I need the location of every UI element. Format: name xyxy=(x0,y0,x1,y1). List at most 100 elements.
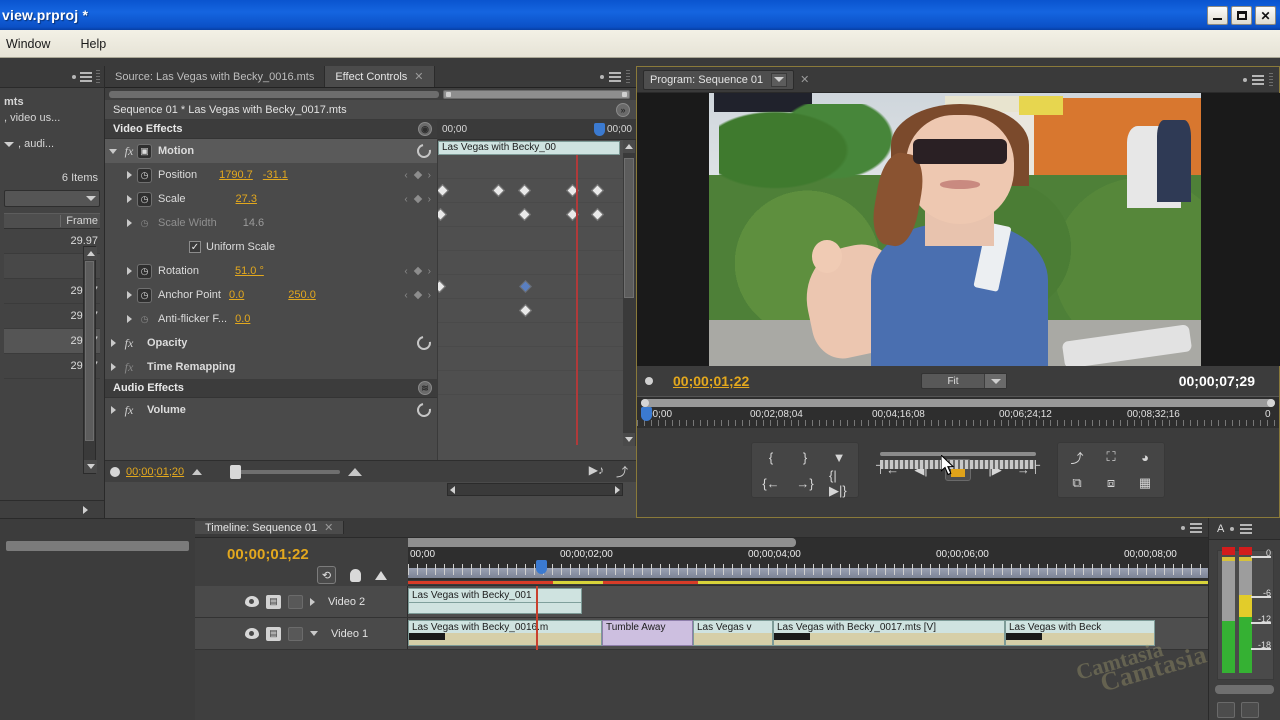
zoom-slider[interactable] xyxy=(230,464,341,479)
keyframe-nav[interactable]: ‹ › xyxy=(404,194,437,205)
property-value[interactable]: 0.0 xyxy=(235,313,250,325)
stopwatch-icon[interactable]: ◷ xyxy=(137,191,152,207)
uniform-scale-row[interactable]: ✓ Uniform Scale xyxy=(105,235,437,259)
property-row-rotation[interactable]: ◷ Rotation 51.0 ° ‹ › xyxy=(105,259,437,283)
keyframe-marker-selected[interactable] xyxy=(519,280,532,293)
twirl-right-icon[interactable] xyxy=(310,597,315,606)
audio-effects-toggle-icon[interactable]: ≋ xyxy=(418,381,432,395)
minimize-button[interactable] xyxy=(1207,6,1228,25)
playhead-marker-icon[interactable] xyxy=(110,466,120,477)
property-row-scale[interactable]: ◷ Scale 27.3 ‹ › xyxy=(105,187,437,211)
panel-menu-icon[interactable] xyxy=(80,71,92,82)
keyframe-row-position[interactable] xyxy=(438,179,636,203)
keyframe-row-scale[interactable] xyxy=(438,203,636,227)
lift-button[interactable]: ⧉ xyxy=(1067,474,1087,492)
export-icon[interactable]: ⤴ xyxy=(616,463,628,480)
stopwatch-icon[interactable]: ◷ xyxy=(137,263,152,279)
keyframe-zoom-scrollbar[interactable] xyxy=(443,89,630,99)
program-video-area[interactable] xyxy=(637,93,1280,366)
output-settings-button[interactable]: ◕ xyxy=(1135,448,1155,466)
home-icon[interactable] xyxy=(375,570,387,580)
twirl-down-icon[interactable] xyxy=(310,631,318,636)
scroll-up-button[interactable] xyxy=(84,247,97,260)
work-area-bar[interactable] xyxy=(408,538,796,547)
eye-icon[interactable] xyxy=(245,628,259,639)
keyframe-marker[interactable] xyxy=(591,184,604,197)
timeline-clip[interactable]: Las Vegas with Becky_0017.mts [V] xyxy=(773,620,1005,646)
timeline-panel-menu[interactable] xyxy=(1175,522,1208,533)
track-header-video-2[interactable]: ▤ Video 2 xyxy=(195,586,408,617)
chevron-down-icon[interactable] xyxy=(4,141,14,147)
effect-motion-row[interactable]: fx ▣ Motion xyxy=(105,139,437,163)
tab-source-monitor[interactable]: Source: Las Vegas with Becky_0016.mts xyxy=(105,66,326,87)
shuttle-line[interactable] xyxy=(880,452,1036,456)
scrollbar-thumb[interactable] xyxy=(624,158,634,298)
audio-level-meters[interactable]: 0 -6 -12 -18 xyxy=(1217,547,1274,680)
lightbulb-icon[interactable] xyxy=(350,568,361,582)
audio-meters-scrollbar[interactable] xyxy=(1215,685,1274,694)
menu-item-window[interactable]: Window xyxy=(0,35,56,53)
property-value[interactable]: 51.0 ° xyxy=(235,265,264,277)
close-icon[interactable]: ✕ xyxy=(800,73,809,86)
program-panel-menu[interactable] xyxy=(1237,72,1279,87)
keyframe-marker[interactable] xyxy=(438,208,447,221)
twirl-right-icon[interactable] xyxy=(105,339,121,347)
zoom-in-icon[interactable] xyxy=(348,467,363,476)
zoom-out-icon[interactable] xyxy=(192,468,203,475)
scroll-down-button[interactable] xyxy=(623,433,635,446)
lock-icon[interactable]: ▤ xyxy=(266,594,281,609)
goto-in-button[interactable]: {← xyxy=(761,474,781,492)
reset-icon[interactable] xyxy=(414,400,434,420)
program-playhead[interactable] xyxy=(641,407,652,421)
keyframe-nav[interactable]: ‹ › xyxy=(404,290,437,301)
keyframe-nav[interactable]: ‹ › xyxy=(404,170,437,181)
property-value-x[interactable]: 0.0 xyxy=(229,289,244,301)
timeline-ruler[interactable]: 00;00 00;00;02;00 00;00;04;00 00;00;06;0… xyxy=(408,538,1208,586)
twirl-right-icon[interactable] xyxy=(121,171,137,179)
effect-volume-row[interactable]: fx Volume xyxy=(105,398,437,422)
twirl-down-icon[interactable] xyxy=(105,148,121,154)
stopwatch-icon[interactable]: ◷ xyxy=(137,167,152,183)
stopwatch-icon[interactable]: ◷ xyxy=(137,287,152,303)
keyframe-marker[interactable] xyxy=(438,184,449,197)
lock-icon[interactable]: ▤ xyxy=(266,626,281,641)
property-value-y[interactable]: 250.0 xyxy=(288,289,316,301)
meter-option-button[interactable] xyxy=(1217,702,1235,718)
track-target-icon[interactable] xyxy=(288,626,303,641)
keyframe-horizontal-scrollbar[interactable] xyxy=(447,483,623,496)
effect-opacity-row[interactable]: fx Opacity xyxy=(105,331,437,355)
mark-in-button[interactable]: { xyxy=(761,448,781,466)
track-target-icon[interactable] xyxy=(288,594,303,609)
effect-controls-panel-menu[interactable] xyxy=(594,66,636,87)
effect-controls-timecode[interactable]: 00;00;01;20 xyxy=(126,466,184,478)
tab-timeline-sequence-01[interactable]: Timeline: Sequence 01 ✕ xyxy=(195,521,345,534)
scrollbar-thumb[interactable] xyxy=(85,261,94,441)
property-row-anchor-point[interactable]: ◷ Anchor Point 0.0 250.0 ‹ › xyxy=(105,283,437,307)
tab-program-monitor[interactable]: Program: Sequence 01 xyxy=(643,69,795,90)
close-button[interactable]: ✕ xyxy=(1255,6,1276,25)
keyframe-marker[interactable] xyxy=(519,304,532,317)
twirl-right-icon[interactable] xyxy=(105,363,121,371)
twirl-right-icon[interactable] xyxy=(121,267,137,275)
twirl-right-icon[interactable] xyxy=(121,291,137,299)
track-body-video-2[interactable]: Las Vegas with Becky_001 xyxy=(408,586,1208,618)
snap-toggle-icon[interactable]: ⟲ xyxy=(317,566,336,584)
keyframe-marker[interactable] xyxy=(492,184,505,197)
zoom-level-dropdown[interactable]: Fit xyxy=(921,373,1007,389)
timeline-clip[interactable]: Las Vegas with Beck xyxy=(1005,620,1155,646)
keyframe-playhead-icon[interactable] xyxy=(593,123,605,136)
timeline-clip[interactable]: Las Vegas with Becky_0016.m xyxy=(408,620,602,646)
timeline-clip[interactable]: Las Vegas with Becky_001 xyxy=(408,588,582,614)
shuttle-ticks[interactable] xyxy=(880,460,1036,469)
close-icon[interactable]: ✕ xyxy=(324,521,333,534)
shuttle-scrubber[interactable] xyxy=(880,452,1036,469)
twirl-right-icon[interactable] xyxy=(121,315,137,323)
play-audio-icon[interactable]: ▶♪ xyxy=(589,463,604,480)
property-value-y[interactable]: -31.1 xyxy=(263,169,288,181)
timeline-playhead[interactable] xyxy=(536,560,547,574)
video-effects-toggle-icon[interactable]: ◉ xyxy=(418,122,432,136)
reset-icon[interactable] xyxy=(414,141,434,161)
timeline-clip[interactable]: Las Vegas v xyxy=(693,620,773,646)
keyframe-row-rotation[interactable] xyxy=(438,275,636,299)
program-duration-timecode[interactable]: 00;00;07;29 xyxy=(1179,373,1255,389)
